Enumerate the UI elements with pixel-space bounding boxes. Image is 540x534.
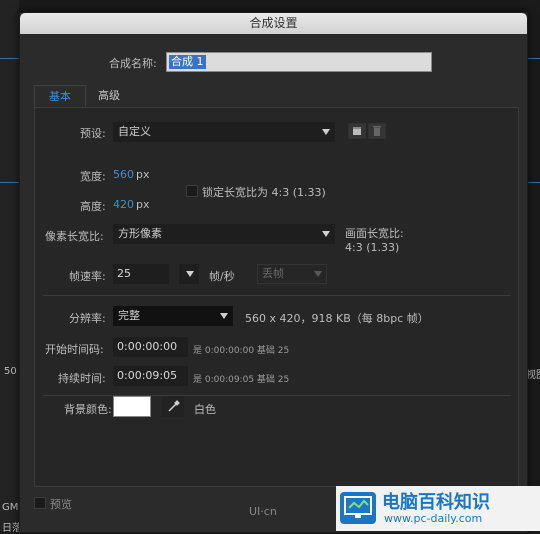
composition-settings-dialog: 合成设置 合成名称: 合成 1 基本 高级 预设: 自定义 宽度: 560 px… [19, 12, 528, 533]
duration-input[interactable]: 0:00:09:05 [113, 366, 188, 386]
background-left-panel [0, 0, 19, 531]
background-guide-line [526, 58, 540, 59]
preset-dropdown[interactable]: 自定义 [113, 122, 335, 142]
site-watermark: 电脑百科知识 www.pc-daily.com [336, 486, 540, 531]
frame-rate-dropdown[interactable] [179, 264, 199, 284]
frame-rate-label: 帧速率: [69, 270, 106, 283]
width-label: 宽度: [80, 170, 106, 183]
save-preset-icon [353, 127, 361, 135]
background-app-text: GM [2, 502, 19, 513]
preset-value: 自定义 [118, 125, 151, 138]
background-guide-line [526, 182, 540, 183]
height-label: 高度: [80, 200, 106, 213]
divider [43, 295, 511, 296]
tab-advanced[interactable]: 高级 [88, 85, 130, 107]
composition-name-value: 合成 1 [169, 55, 206, 69]
height-unit: px [136, 198, 150, 211]
computer-monitor-icon [340, 492, 376, 524]
save-preset-button[interactable] [348, 123, 366, 139]
width-unit: px [136, 168, 150, 181]
frame-rate-input[interactable]: 25 [113, 264, 169, 284]
eyedropper-button[interactable] [162, 396, 184, 417]
trash-icon [373, 126, 381, 136]
frame-aspect-label: 画面长宽比: [345, 227, 404, 240]
background-color-swatch[interactable] [113, 396, 151, 417]
delete-preset-button[interactable] [368, 123, 386, 139]
chevron-down-icon [322, 231, 330, 237]
background-app-text: 视图 [526, 370, 540, 381]
drop-frame-value: 丢帧 [262, 267, 284, 280]
chevron-down-icon [322, 129, 330, 135]
resolution-info: 560 x 420，918 KB（每 8bpc 帧） [245, 312, 429, 325]
duration-label: 持续时间: [58, 372, 106, 385]
ui-cn-logo: UI·cn [249, 505, 277, 518]
watermark-url: www.pc-daily.com [384, 512, 483, 525]
start-timecode-label: 开始时间码: [45, 343, 104, 356]
lock-aspect-checkbox[interactable] [186, 185, 198, 197]
height-value[interactable]: 420 [113, 198, 134, 211]
preview-label: 预览 [50, 498, 72, 511]
start-timecode-input[interactable]: 0:00:00:00 [113, 337, 188, 357]
frame-rate-unit: 帧/秒 [209, 270, 235, 283]
chevron-down-icon [220, 313, 228, 319]
frame-aspect-value: 4:3 (1.33) [345, 241, 400, 254]
resolution-label: 分辨率: [69, 312, 106, 325]
preset-label: 预设: [80, 127, 106, 140]
resolution-value: 完整 [118, 309, 140, 322]
drop-frame-dropdown: 丢帧 [257, 264, 327, 284]
eyedropper-icon [168, 400, 180, 412]
composition-name-label: 合成名称: [109, 57, 157, 70]
basic-settings-panel: 预设: 自定义 宽度: 560 px 高度: 420 px 锁定长宽比为 4:3… [34, 107, 519, 487]
composition-name-input[interactable]: 合成 1 [166, 52, 432, 72]
watermark-title: 电脑百科知识 [382, 492, 490, 513]
tab-basic[interactable]: 基本 [34, 85, 86, 108]
resolution-dropdown[interactable]: 完整 [113, 306, 233, 326]
chevron-down-icon [186, 271, 194, 277]
ui-cn-logo-text: UI·cn [249, 505, 277, 518]
pixel-aspect-value: 方形像素 [118, 227, 162, 240]
start-timecode-info: 是 0:00:00:00 基础 25 [193, 346, 290, 356]
background-guide-line [0, 182, 19, 183]
duration-info: 是 0:00:09:05 基础 25 [193, 375, 290, 385]
chevron-down-icon [314, 271, 322, 277]
dialog-title: 合成设置 [20, 13, 527, 34]
width-value[interactable]: 560 [113, 168, 134, 181]
pixel-aspect-label: 像素长宽比: [45, 230, 104, 243]
pixel-aspect-dropdown[interactable]: 方形像素 [113, 224, 335, 244]
background-guide-line [0, 58, 19, 59]
lock-aspect-label: 锁定长宽比为 4:3 (1.33) [202, 186, 326, 199]
background-color-name: 白色 [194, 403, 216, 416]
preview-checkbox[interactable] [34, 497, 46, 509]
background-app-text: 50 [4, 366, 17, 377]
background-color-label: 背景颜色: [64, 403, 112, 416]
